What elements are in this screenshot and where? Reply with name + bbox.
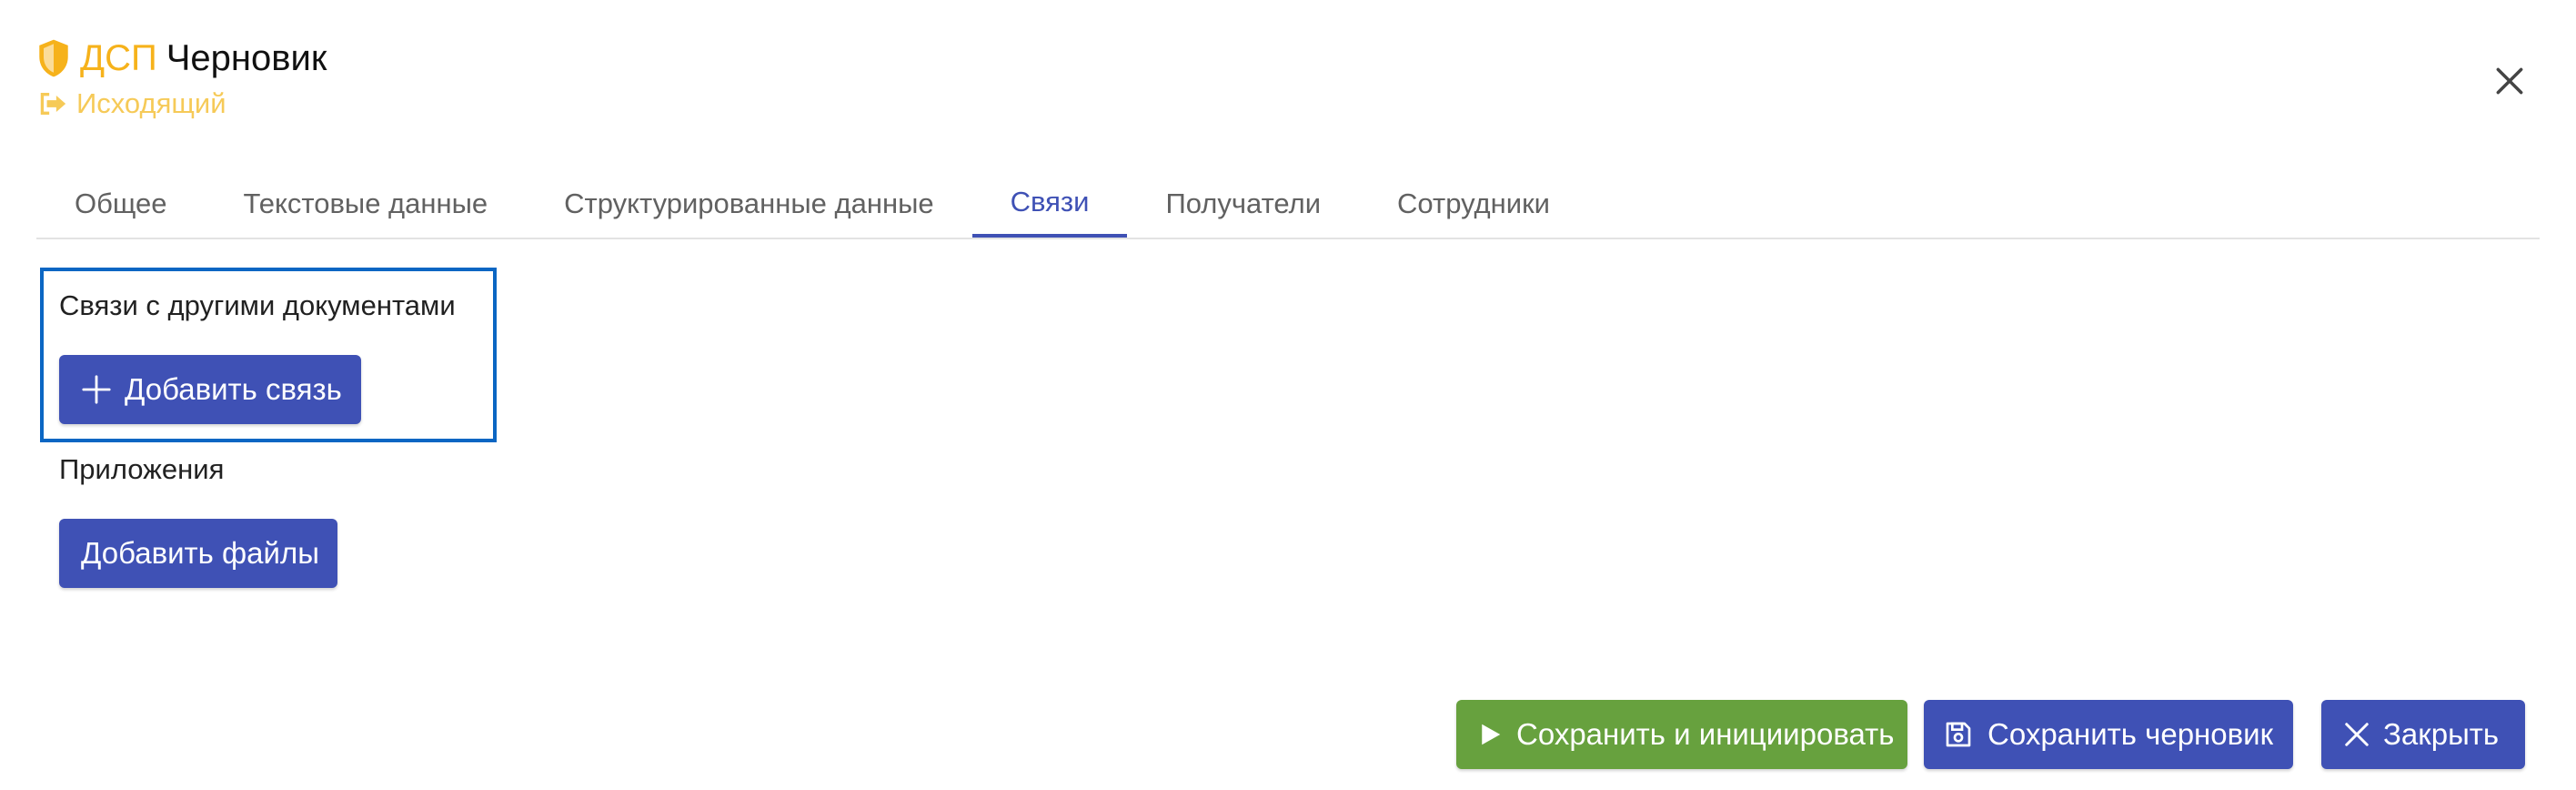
shield-icon xyxy=(39,39,68,77)
tab-label: Сотрудники xyxy=(1397,187,1550,219)
title-row: ДСП Черновик xyxy=(36,33,327,84)
tab-general[interactable]: Общее xyxy=(36,169,206,238)
save-draft-button[interactable]: Сохранить черновик xyxy=(1924,700,2293,769)
tab-label: Связи xyxy=(1010,185,1090,218)
tab-label: Структурированные данные xyxy=(564,187,934,219)
tab-label: Общее xyxy=(75,187,167,219)
add-link-button[interactable]: Добавить связь xyxy=(59,355,361,424)
save-and-initiate-button[interactable]: Сохранить и инициировать xyxy=(1456,700,1907,769)
tab-structured-data[interactable]: Структурированные данные xyxy=(526,169,971,238)
tab-text-data[interactable]: Текстовые данные xyxy=(206,169,527,238)
tab-recipients[interactable]: Получатели xyxy=(1127,169,1359,238)
add-link-label: Добавить связь xyxy=(125,372,342,406)
save-and-initiate-label: Сохранить и инициировать xyxy=(1516,717,1895,751)
plus-icon xyxy=(82,375,111,404)
add-files-label: Добавить файлы xyxy=(81,536,319,570)
floppy-disk-icon xyxy=(1946,722,1971,747)
document-state-title: Черновик xyxy=(166,37,327,78)
close-icon[interactable] xyxy=(2492,64,2527,98)
dialog-header: ДСП Черновик Исходящий xyxy=(36,33,327,120)
tab-links[interactable]: Связи xyxy=(971,169,1128,238)
add-files-button[interactable]: Добавить файлы xyxy=(59,519,337,588)
tab-label: Текстовые данные xyxy=(243,187,488,219)
sign-out-icon xyxy=(40,93,66,115)
tab-label: Получатели xyxy=(1165,187,1322,219)
close-button[interactable]: Закрыть xyxy=(2321,700,2525,769)
links-section-title: Связи с другими документами xyxy=(59,289,456,321)
close-label: Закрыть xyxy=(2383,717,2500,751)
direction-row: Исходящий xyxy=(36,87,327,120)
tab-employees[interactable]: Сотрудники xyxy=(1359,169,1588,238)
direction-label: Исходящий xyxy=(76,87,226,119)
save-draft-label: Сохранить черновик xyxy=(1987,717,2274,751)
classification-label: ДСП xyxy=(80,37,157,78)
tab-bar: Общее Текстовые данные Структурированные… xyxy=(36,169,2540,239)
play-icon xyxy=(1482,724,1501,745)
attachments-section-title: Приложения xyxy=(59,453,225,485)
close-icon xyxy=(2345,723,2369,746)
